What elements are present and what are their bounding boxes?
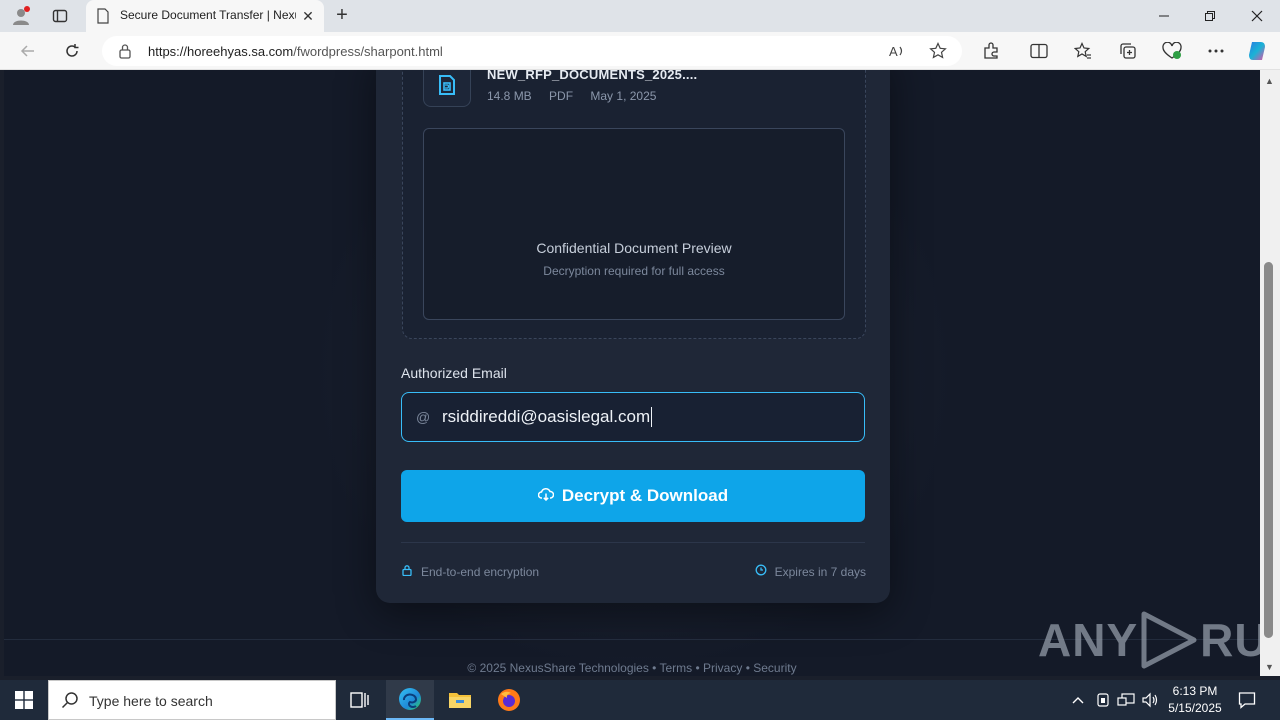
tab-title: Secure Document Transfer | NexusShare [120,8,296,22]
lock-icon[interactable] [118,43,132,64]
file-explorer-icon[interactable] [436,680,484,720]
expiry-note: Expires in 7 days [755,564,866,579]
expiry-text: Expires in 7 days [774,564,866,579]
browser-essentials-icon[interactable] [1161,40,1183,62]
collections-icon[interactable] [1117,40,1139,62]
clock-date: 5/15/2025 [1168,701,1222,715]
profile-icon[interactable] [8,4,34,28]
scroll-down-icon[interactable]: ▼ [1265,662,1274,672]
windows-taskbar: Type here to search 6:13 PM 5/15/2025 [0,680,1280,720]
file-panel: NEW_RFP_DOCUMENTS_2025.... 14.8 MB PDF M… [402,70,866,339]
preview-subtitle: Decryption required for full access [543,264,725,278]
file-name: NEW_RFP_DOCUMENTS_2025.... [487,70,698,82]
url-path: /fwordpress/sharpont.html [293,44,443,59]
copilot-icon[interactable] [1246,40,1268,62]
decrypt-download-label: Decrypt & Download [561,486,729,505]
tab-secure-document-transfer[interactable]: Secure Document Transfer | NexusShare ✕ [86,0,324,32]
decrypt-download-button[interactable]: Decrypt & Download [401,470,865,522]
url-host: https://horeehyas.sa.com [148,44,294,59]
file-date: May 1, 2025 [590,89,657,103]
email-input[interactable] [442,401,842,433]
lock-icon [401,564,413,579]
clock-time: 6:13 PM [1172,684,1218,698]
encryption-text: End-to-end encryption [421,564,540,579]
edge-taskbar-icon[interactable] [386,680,434,720]
favorites-icon[interactable] [1072,40,1094,62]
windows-logo-icon [15,691,33,709]
page-viewport: NEW_RFP_DOCUMENTS_2025.... 14.8 MB PDF M… [4,70,1260,676]
split-screen-icon[interactable] [1028,40,1050,62]
minimize-icon[interactable] [1141,0,1187,32]
clock-icon [755,564,767,579]
watermark-right: RUN [1200,614,1260,666]
page-icon [96,8,110,29]
browser-tab-bar: Secure Document Transfer | NexusShare ✕ … [0,0,1280,32]
read-aloud-icon[interactable]: A [888,41,908,61]
browser-toolbar: https://horeehyas.sa.com/fwordpress/shar… [0,32,1280,70]
taskbar-search[interactable]: Type here to search [48,680,336,720]
watermark-left: ANY [1038,614,1139,666]
favorite-star-icon[interactable] [928,41,948,61]
network-icon[interactable] [1116,690,1136,710]
scrollbar-thumb[interactable] [1264,262,1273,638]
pdf-file-icon [423,70,471,107]
url-text[interactable]: https://horeehyas.sa.com/fwordpress/shar… [148,44,443,59]
search-placeholder: Type here to search [89,693,213,709]
play-logo-icon [1141,611,1197,669]
encryption-note: End-to-end encryption [401,564,539,579]
search-icon [61,691,79,714]
preview-title: Confidential Document Preview [536,240,732,256]
svg-text:A: A [889,44,898,59]
more-options-icon[interactable] [1205,40,1227,62]
email-field[interactable]: @ [401,392,865,442]
file-type: PDF [549,89,574,103]
tab-actions-icon[interactable] [47,4,73,28]
firefox-icon[interactable] [485,680,533,720]
file-meta: 14.8 MB PDF May 1, 2025 [487,89,670,103]
document-preview: Confidential Document Preview Decryption… [423,128,845,320]
scroll-up-icon[interactable]: ▲ [1265,76,1274,86]
close-window-icon[interactable] [1234,0,1280,32]
page-scrollbar[interactable]: ▲ ▼ [1260,70,1280,676]
task-view-icon[interactable] [336,680,384,720]
start-button[interactable] [0,680,48,720]
address-bar[interactable]: https://horeehyas.sa.com/fwordpress/shar… [102,36,962,66]
volume-icon[interactable] [1140,690,1160,710]
email-label: Authorized Email [401,365,507,381]
tray-chevron-up-icon[interactable] [1068,690,1088,710]
new-tab-button[interactable]: + [330,4,354,28]
tab-close-icon[interactable]: ✕ [300,8,316,24]
card-divider [401,542,865,543]
transfer-card: NEW_RFP_DOCUMENTS_2025.... 14.8 MB PDF M… [376,70,890,603]
text-caret [651,407,652,427]
cloud-download-icon [537,486,555,506]
extensions-icon[interactable] [980,40,1002,62]
security-tray-icon[interactable] [1093,690,1113,710]
back-icon[interactable] [15,38,41,64]
file-size: 14.8 MB [487,89,532,103]
at-icon: @ [416,409,431,425]
notifications-icon[interactable] [1234,688,1260,712]
taskbar-clock[interactable]: 6:13 PM 5/15/2025 [1160,683,1230,717]
refresh-icon[interactable] [59,38,85,64]
anyrun-watermark: ANY RUN [1038,610,1260,670]
restore-icon[interactable] [1187,0,1233,32]
